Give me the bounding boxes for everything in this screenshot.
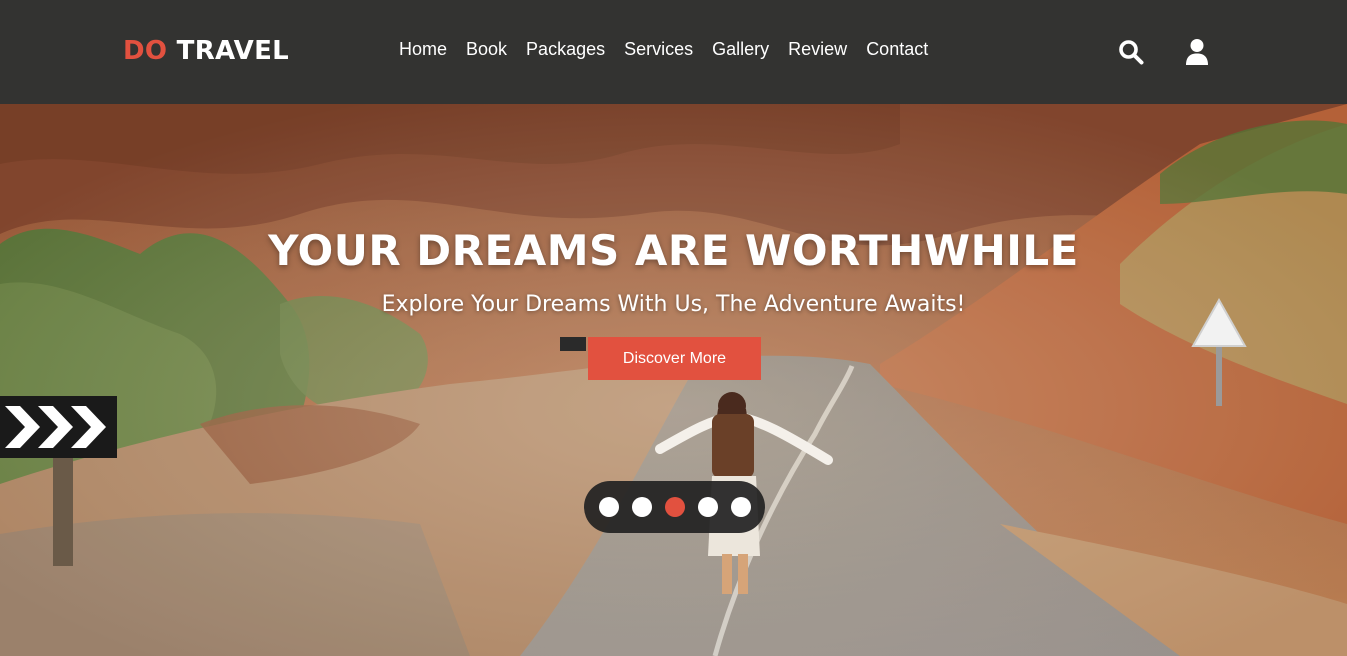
slider-dot[interactable]	[598, 497, 619, 517]
logo[interactable]: DO TRAVEL	[123, 36, 289, 66]
hero-title: YOUR DREAMS ARE WORTHWHILE	[268, 226, 1079, 275]
hero-subtitle: Explore Your Dreams With Us, The Adventu…	[381, 292, 966, 317]
hero-section: YOUR DREAMS ARE WORTHWHILE Explore Your …	[0, 104, 1347, 656]
nav-home[interactable]: Home	[399, 39, 447, 60]
discover-more-button[interactable]: Discover More	[588, 337, 761, 380]
main-nav: Home Book Packages Services Gallery Revi…	[399, 39, 928, 60]
slider-dot[interactable]	[730, 497, 751, 517]
logo-accent: DO	[123, 36, 168, 66]
slider-dot[interactable]	[697, 497, 718, 517]
user-icon[interactable]	[1183, 37, 1211, 67]
search-icon[interactable]	[1117, 37, 1145, 67]
nav-review[interactable]: Review	[788, 39, 847, 60]
nav-packages[interactable]: Packages	[526, 39, 605, 60]
nav-gallery[interactable]: Gallery	[712, 39, 769, 60]
nav-services[interactable]: Services	[624, 39, 693, 60]
slider-dot-active[interactable]	[664, 497, 685, 517]
slider-dot[interactable]	[631, 497, 652, 517]
nav-book[interactable]: Book	[466, 39, 507, 60]
site-header: DO TRAVEL Home Book Packages Services Ga…	[0, 0, 1347, 104]
slider-pagination	[584, 481, 765, 533]
nav-contact[interactable]: Contact	[866, 39, 928, 60]
hero-background-image	[0, 104, 1347, 656]
logo-text: TRAVEL	[176, 36, 290, 66]
